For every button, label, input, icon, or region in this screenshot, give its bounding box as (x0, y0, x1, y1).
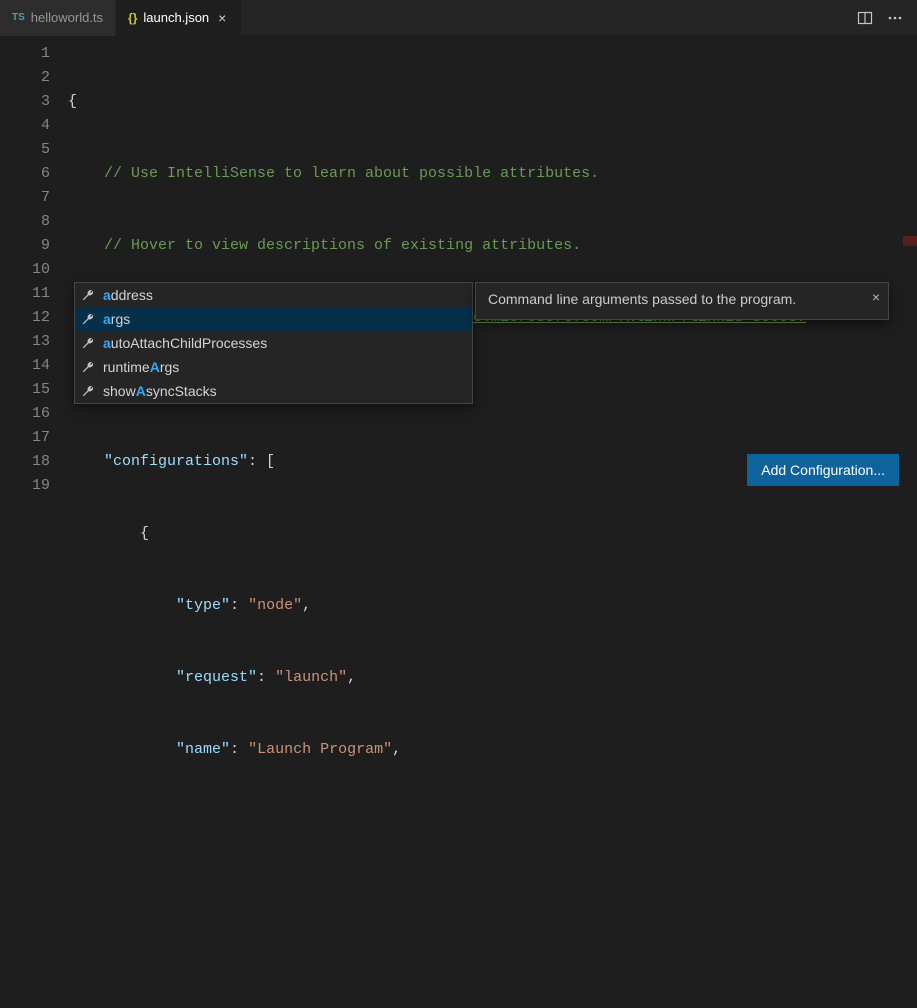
suggest-item-showasyncstacks[interactable]: showAsyncStacks (75, 379, 472, 403)
suggest-item-address[interactable]: address (75, 283, 472, 307)
doc-text: Command line arguments passed to the pro… (488, 291, 796, 307)
add-configuration-button[interactable]: Add Configuration... (747, 454, 899, 486)
suggest-item-autoattach[interactable]: autoAttachChildProcesses (75, 331, 472, 355)
code-content[interactable]: { // Use IntelliSense to learn about pos… (68, 36, 917, 504)
wrench-icon (81, 360, 95, 374)
comment: // Hover to view descriptions of existin… (68, 237, 581, 254)
wrench-icon (81, 312, 95, 326)
suggest-item-runtimeargs[interactable]: runtimeArgs (75, 355, 472, 379)
overview-ruler[interactable] (903, 36, 917, 504)
intellisense-suggest-list: address args autoAttachChildProcesses ru… (74, 282, 473, 404)
wrench-icon (81, 336, 95, 350)
wrench-icon (81, 384, 95, 398)
comment: // Use IntelliSense to learn about possi… (68, 165, 599, 182)
tab-bar: TS helloworld.ts {} launch.json × (0, 0, 917, 36)
tab-label: launch.json (143, 10, 209, 25)
close-icon[interactable]: × (215, 11, 229, 25)
wrench-icon (81, 288, 95, 302)
suggest-item-args[interactable]: args (75, 307, 472, 331)
typescript-icon: TS (12, 12, 25, 23)
tab-helloworld[interactable]: TS helloworld.ts (0, 0, 116, 36)
tab-launchjson[interactable]: {} launch.json × (116, 0, 242, 36)
suggest-doc-popup: × Command line arguments passed to the p… (475, 282, 889, 320)
json-icon: {} (128, 11, 137, 25)
more-actions-icon[interactable] (887, 10, 903, 26)
editor-actions (843, 10, 917, 26)
close-icon[interactable]: × (872, 289, 880, 305)
split-editor-icon[interactable] (857, 10, 873, 26)
error-marker[interactable] (903, 236, 917, 246)
line-number-gutter: 123 456 789 101112 131415 161718 19 (0, 36, 68, 504)
code-editor[interactable]: 123 456 789 101112 131415 161718 19 { //… (0, 36, 917, 504)
tab-label: helloworld.ts (31, 10, 103, 25)
brace-open: { (68, 93, 77, 110)
